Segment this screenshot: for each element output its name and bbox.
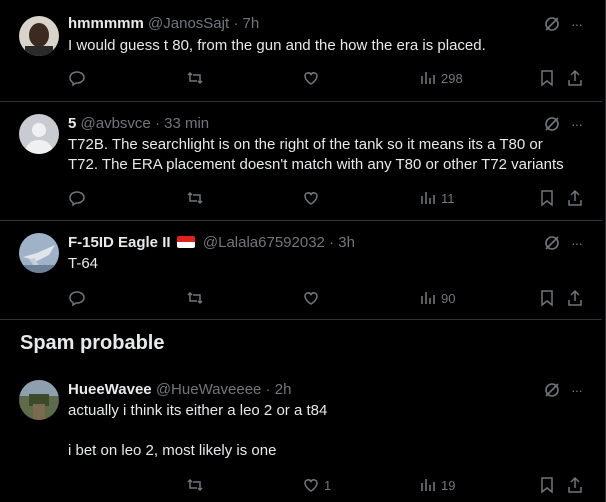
views-icon: [421, 192, 435, 204]
more-icon[interactable]: ···: [571, 233, 583, 253]
like-button[interactable]: [302, 188, 324, 208]
share-button[interactable]: [566, 475, 584, 495]
views-button[interactable]: 90: [419, 288, 455, 308]
like-button[interactable]: [302, 288, 324, 308]
retweet-button[interactable]: [186, 475, 204, 495]
reply-icon: [69, 291, 85, 307]
retweet-icon: [187, 191, 203, 205]
views-button[interactable]: 19: [419, 475, 455, 495]
heart-icon: [304, 72, 318, 85]
share-icon: [568, 189, 582, 206]
share-icon: [568, 476, 582, 493]
grok-icon[interactable]: [543, 234, 561, 252]
views-button[interactable]: 298: [419, 68, 463, 88]
share-button[interactable]: [566, 68, 584, 88]
timestamp[interactable]: 3h: [338, 234, 355, 251]
share-icon: [568, 289, 582, 306]
like-button[interactable]: [302, 68, 324, 88]
bookmark-icon: [541, 477, 553, 494]
reply-button[interactable]: [68, 288, 86, 308]
user-handle[interactable]: @Lalala67592032: [203, 234, 325, 251]
separator-dot: ·: [329, 234, 335, 251]
display-name[interactable]: hmmmmm: [68, 15, 144, 32]
display-name[interactable]: HueeWavee: [68, 381, 152, 398]
avatar[interactable]: [19, 380, 59, 420]
separator-dot: ·: [154, 115, 160, 132]
timestamp[interactable]: 7h: [242, 15, 259, 32]
retweet-icon: [187, 478, 203, 492]
heart-icon: [304, 192, 318, 205]
more-icon[interactable]: ···: [571, 380, 583, 400]
retweet-icon: [187, 71, 203, 85]
like-button[interactable]: 1: [302, 475, 331, 495]
heart-icon: [304, 479, 318, 492]
display-name[interactable]: 5: [68, 115, 76, 132]
reply-tweet[interactable]: hmmmmm @JanosSajt · 7h ··· I would guess…: [0, 0, 602, 102]
retweet-button[interactable]: [186, 188, 204, 208]
views-icon: [421, 72, 435, 84]
reply-button[interactable]: [68, 188, 86, 208]
reply-tweet[interactable]: 5 @avbsvce · 33 min ··· T72B. The search…: [0, 101, 602, 221]
more-icon[interactable]: ···: [571, 14, 583, 34]
views-button[interactable]: 11: [419, 188, 455, 208]
reply-icon: [69, 191, 85, 207]
indonesia-flag-icon: [176, 236, 195, 248]
user-handle[interactable]: @avbsvce: [81, 115, 151, 132]
bookmark-icon: [541, 70, 553, 87]
bookmark-icon: [541, 290, 553, 307]
separator-dot: ·: [265, 381, 271, 398]
retweet-button[interactable]: [186, 288, 204, 308]
like-count: 1: [324, 477, 332, 493]
share-button[interactable]: [566, 288, 584, 308]
share-icon: [568, 69, 582, 86]
bookmark-button[interactable]: [538, 68, 556, 88]
reply-tweet[interactable]: F-15ID Eagle II @Lalala67592032 · 3h ···…: [0, 220, 602, 320]
bookmark-icon: [541, 190, 553, 207]
avatar[interactable]: [19, 233, 59, 273]
avatar[interactable]: [19, 114, 59, 154]
user-handle[interactable]: @JanosSajt: [148, 15, 229, 32]
views-icon: [421, 292, 435, 304]
view-count: 298: [441, 70, 463, 86]
tweet-text: I would guess t 80, from the gun and the…: [68, 37, 486, 54]
action-bar: 298: [68, 68, 582, 88]
bookmark-button[interactable]: [538, 188, 556, 208]
timestamp[interactable]: 2h: [275, 381, 292, 398]
view-count: 90: [441, 290, 456, 306]
share-button[interactable]: [566, 188, 584, 208]
action-bar: 1 19: [68, 475, 582, 495]
more-icon[interactable]: ···: [571, 114, 583, 134]
tweet-text: T-64: [68, 255, 99, 272]
retweet-button[interactable]: [186, 68, 204, 88]
avatar[interactable]: [19, 16, 59, 56]
separator-dot: ·: [233, 15, 239, 32]
reply-tweet[interactable]: HueeWavee @HueWaveeee · 2h ··· actually …: [0, 368, 602, 502]
tweet-text: T72B. The searchlight is on the right of…: [68, 136, 564, 173]
bookmark-button[interactable]: [538, 288, 556, 308]
user-handle[interactable]: @HueWaveeee: [156, 381, 262, 398]
tweet-text: actually i think its either a leo 2 or a…: [68, 402, 328, 459]
timestamp[interactable]: 33 min: [164, 115, 209, 132]
reply-feed: hmmmmm @JanosSajt · 7h ··· I would guess…: [0, 0, 606, 502]
retweet-icon: [187, 291, 203, 305]
reply-button[interactable]: [68, 68, 86, 88]
grok-icon[interactable]: [543, 115, 561, 133]
view-count: 11: [441, 190, 455, 206]
reply-icon: [69, 71, 85, 87]
action-bar: 11: [68, 188, 582, 208]
bookmark-button[interactable]: [538, 475, 556, 495]
grok-icon[interactable]: [543, 15, 561, 33]
views-icon: [421, 479, 435, 491]
heart-icon: [304, 292, 318, 305]
view-count: 19: [441, 477, 456, 493]
grok-icon[interactable]: [543, 381, 561, 399]
action-bar: 90: [68, 288, 582, 308]
display-name[interactable]: F-15ID Eagle II: [68, 234, 171, 251]
section-heading: Spam probable: [20, 332, 165, 354]
